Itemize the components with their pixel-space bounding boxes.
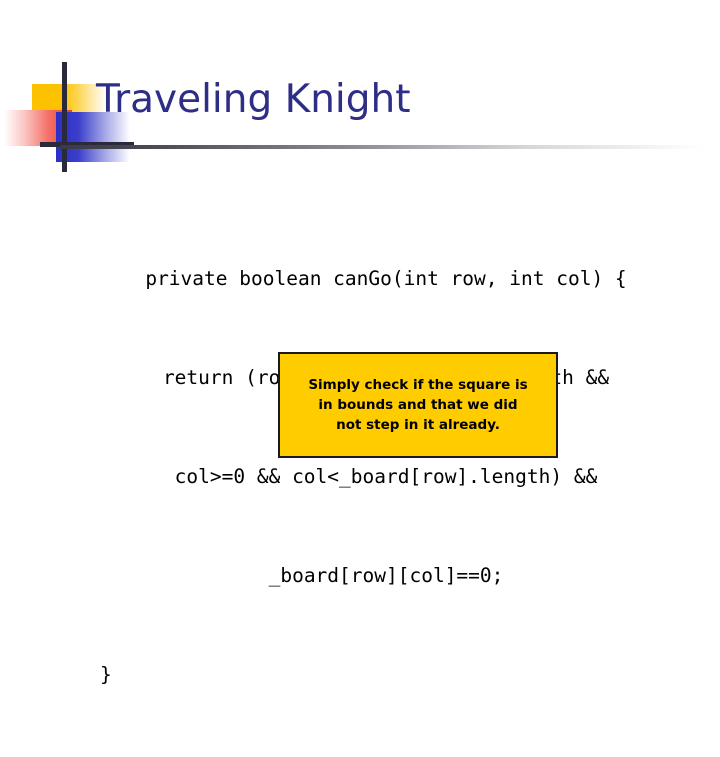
logo-vertical-line-icon	[62, 62, 67, 172]
code-line: }	[100, 663, 112, 686]
callout-box: Simply check if the square is in bounds …	[278, 352, 558, 458]
slide-canvas: Traveling Knight private boolean canGo(i…	[0, 0, 720, 686]
code-line: _board[row][col]==0;	[268, 564, 504, 587]
code-line: col>=0 && col<_board[row].length) &&	[174, 465, 598, 488]
page-title: Traveling Knight	[96, 77, 411, 122]
code-block: private boolean canGo(int row, int col) …	[66, 196, 706, 757]
title-divider	[60, 145, 705, 149]
callout-text: Simply check if the square is in bounds …	[308, 377, 528, 433]
code-line: private boolean canGo(int row, int col) …	[145, 267, 627, 290]
